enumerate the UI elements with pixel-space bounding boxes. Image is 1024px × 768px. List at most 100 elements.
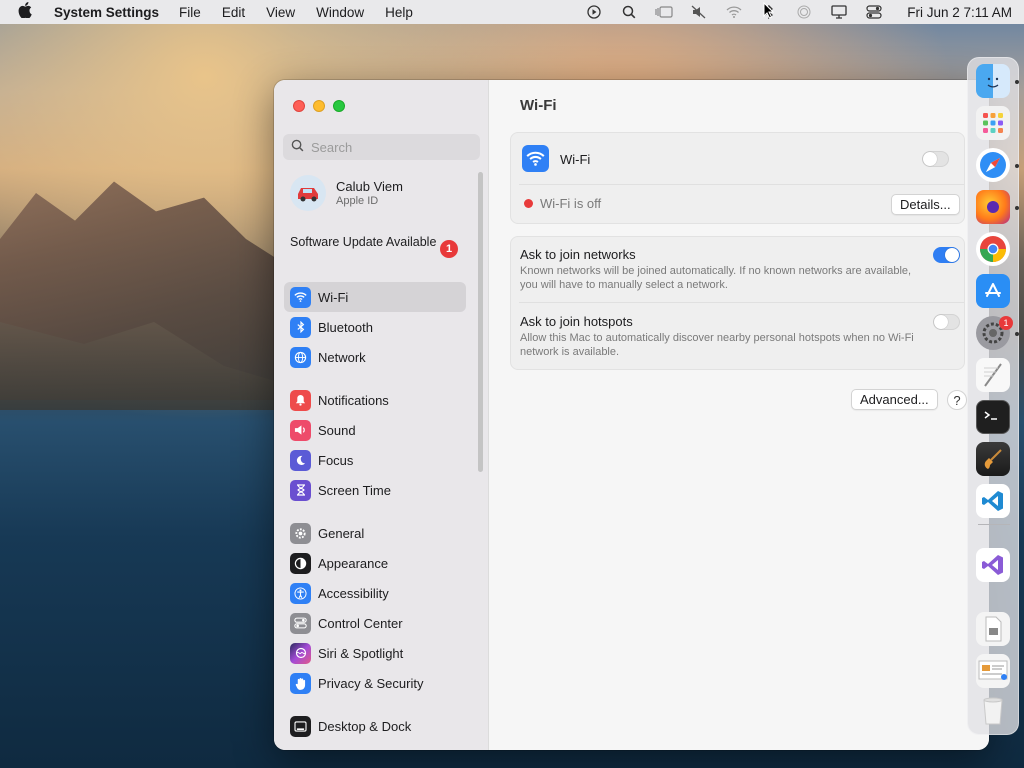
garageband-icon[interactable] — [976, 442, 1010, 476]
sidebar-item-label: Wi-Fi — [318, 289, 349, 305]
update-badge: 1 — [440, 240, 458, 258]
firefox-icon[interactable] — [976, 190, 1010, 224]
avatar — [290, 175, 326, 211]
sidebar-item-desktop-dock[interactable]: Desktop & Dock — [284, 711, 466, 741]
sidebar-item-label: Network — [318, 349, 366, 365]
trash-icon[interactable] — [976, 694, 1010, 728]
sidebar-item-label: Bluetooth — [318, 319, 373, 335]
sidebar-item-focus[interactable]: Focus — [284, 445, 466, 475]
sidebar-item-bluetooth[interactable]: Bluetooth — [284, 312, 466, 342]
control-center-icon — [290, 612, 311, 634]
ask-join-hotspots-toggle[interactable] — [933, 314, 960, 330]
sidebar-nav: Wi-Fi Bluetooth Network Notifications So… — [284, 282, 466, 741]
wifi-label: Wi-Fi — [560, 152, 591, 167]
document-icon[interactable] — [976, 654, 1010, 688]
close-button[interactable] — [293, 100, 305, 112]
join-settings-card: Ask to join networks Known networks will… — [510, 236, 965, 370]
sidebar-item-control-center[interactable]: Control Center — [284, 608, 466, 638]
vscode-icon[interactable] — [976, 484, 1010, 518]
sidebar-item-general[interactable]: General — [284, 518, 466, 548]
help-menu[interactable]: Help — [385, 5, 413, 20]
sidebar-item-label: Control Center — [318, 615, 403, 631]
apple-id-profile[interactable]: Calub Viem Apple ID — [290, 175, 403, 211]
wifi-status: Wi-Fi is off — [540, 196, 602, 211]
search-input[interactable] — [311, 139, 471, 155]
terminal-icon[interactable] — [976, 400, 1010, 434]
search-field[interactable] — [283, 134, 480, 160]
sidebar-item-sound[interactable]: Sound — [284, 415, 466, 445]
stage-manager-icon[interactable] — [654, 6, 674, 18]
mute-icon[interactable] — [689, 5, 709, 19]
ask-join-networks-description: Known networks will be joined automatica… — [520, 265, 912, 291]
details-button[interactable]: Details... — [891, 194, 960, 215]
bluetooth-icon — [290, 316, 311, 338]
wifi-toggle[interactable] — [922, 151, 949, 167]
sidebar-item-label: Notifications — [318, 392, 389, 408]
gear-icon — [290, 522, 311, 544]
bell-icon — [290, 389, 311, 411]
siri-icon — [290, 642, 311, 664]
sidebar-scrollbar[interactable] — [478, 172, 483, 472]
sidebar-item-wifi[interactable]: Wi-Fi — [284, 282, 466, 312]
search-icon[interactable] — [619, 5, 639, 19]
hourglass-icon — [290, 479, 311, 501]
sidebar-item-privacy-security[interactable]: Privacy & Security — [284, 668, 466, 698]
menubar-clock[interactable]: Fri Jun 2 7:11 AM — [907, 5, 1012, 20]
help-button[interactable]: ? — [947, 390, 967, 410]
sidebar-item-accessibility[interactable]: Accessibility — [284, 578, 466, 608]
sidebar-item-network[interactable]: Network — [284, 342, 466, 372]
hand-icon — [290, 672, 311, 694]
software-update-item[interactable]: Software Update Available — [290, 234, 458, 250]
ask-join-networks-toggle[interactable] — [933, 247, 960, 263]
sidebar-item-screen-time[interactable]: Screen Time — [284, 475, 466, 505]
sidebar-item-appearance[interactable]: Appearance — [284, 548, 466, 578]
sidebar-item-notifications[interactable]: Notifications — [284, 385, 466, 415]
sidebar-item-label: Privacy & Security — [318, 675, 424, 691]
moon-icon — [290, 449, 311, 471]
wifi-card: Wi-Fi Wi-Fi is off Details... — [510, 132, 965, 224]
search-icon — [291, 139, 304, 155]
finder-icon[interactable] — [976, 64, 1010, 98]
zoom-button[interactable] — [333, 100, 345, 112]
wifi-off-icon[interactable] — [724, 6, 744, 18]
visual-studio-icon[interactable] — [976, 548, 1010, 582]
display-icon[interactable] — [829, 5, 849, 19]
minimize-button[interactable] — [313, 100, 325, 112]
accessibility-icon — [290, 582, 311, 604]
window-controls — [293, 100, 345, 112]
settings-badge: 1 — [999, 316, 1013, 330]
edit-menu[interactable]: Edit — [222, 5, 245, 20]
globe-icon — [290, 346, 311, 368]
sidebar-item-label: Siri & Spotlight — [318, 645, 404, 661]
system-settings-window: Calub Viem Apple ID Software Update Avai… — [274, 80, 989, 750]
chrome-icon[interactable] — [976, 232, 1010, 266]
ask-join-hotspots-title: Ask to join hotspots — [520, 314, 633, 329]
file-icon[interactable] — [976, 612, 1010, 646]
advanced-button[interactable]: Advanced... — [851, 389, 938, 410]
ask-join-hotspots-description: Allow this Mac to automatically discover… — [520, 332, 914, 358]
ask-join-networks-title: Ask to join networks — [520, 247, 636, 262]
file-menu[interactable]: File — [179, 5, 201, 20]
airdrop-icon[interactable] — [794, 5, 814, 19]
status-indicator — [524, 199, 533, 208]
sidebar-item-label: General — [318, 525, 365, 541]
sidebar-item-siri-spotlight[interactable]: Siri & Spotlight — [284, 638, 466, 668]
speaker-icon — [290, 419, 311, 441]
textedit-icon[interactable] — [976, 358, 1010, 392]
sidebar: Calub Viem Apple ID Software Update Avai… — [274, 80, 489, 750]
app-store-icon[interactable] — [976, 274, 1010, 308]
sidebar-item-label: Focus — [318, 452, 354, 468]
launchpad-icon[interactable] — [976, 106, 1010, 140]
window-menu[interactable]: Window — [316, 5, 364, 20]
page-title: Wi-Fi — [520, 97, 557, 114]
view-menu[interactable]: View — [266, 5, 295, 20]
app-menu[interactable]: System Settings — [54, 5, 159, 20]
sidebar-item-label: Screen Time — [318, 482, 391, 498]
sidebar-item-label: Desktop & Dock — [318, 718, 412, 734]
apple-menu-icon[interactable] — [18, 2, 36, 22]
play-icon[interactable] — [584, 5, 604, 19]
control-center-icon[interactable] — [864, 5, 884, 19]
safari-icon[interactable] — [976, 148, 1010, 182]
profile-subtitle: Apple ID — [336, 195, 379, 207]
wifi-icon — [290, 286, 311, 308]
